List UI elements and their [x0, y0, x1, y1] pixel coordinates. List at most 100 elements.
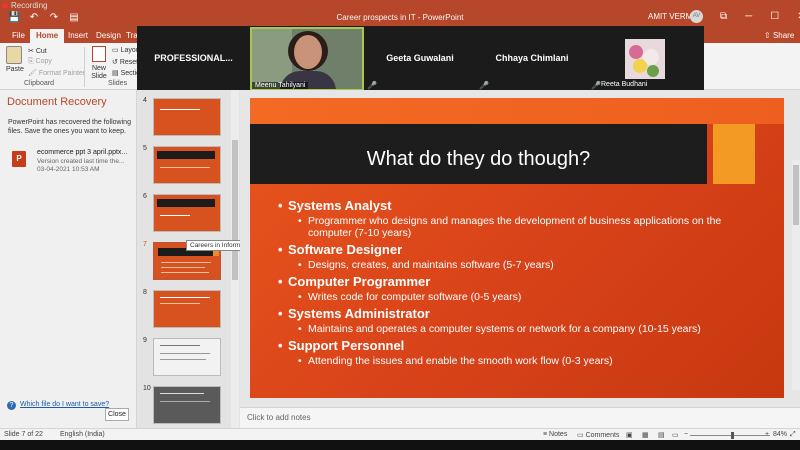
window-controls: ⧉ ─ ☐ ✕	[720, 11, 800, 22]
recovered-file-item[interactable]: P ecommerce ppt 3 april.pptx... Version …	[8, 147, 134, 177]
bullet-heading: Systems Analyst	[278, 198, 748, 213]
participant-photo[interactable]	[625, 39, 665, 79]
thumb-content	[160, 401, 210, 402]
participant-tile[interactable]: Chhaya Chimlani 🎤	[476, 26, 588, 93]
recovered-file-name: ecommerce ppt 3 april.pptx...	[37, 149, 128, 156]
tab-file[interactable]: File	[6, 29, 31, 43]
title-bar: Recording 💾 ↶ ↷ ▤ Career prospects in IT…	[0, 0, 800, 28]
recovery-close-button[interactable]: Close	[105, 408, 129, 421]
clipboard-group-label: Clipboard	[24, 80, 54, 87]
reset-button[interactable]: ↺ Reset	[112, 58, 138, 66]
thumbnails-scrollbar[interactable]	[231, 90, 239, 428]
recording-label: Recording	[11, 1, 48, 10]
slide-thumbnail[interactable]	[153, 98, 221, 136]
cut-button[interactable]: ✂ Cut	[28, 47, 47, 55]
zoom-in-button[interactable]: +	[765, 431, 769, 438]
bullet-detail: Designs, creates, and maintains software…	[278, 259, 748, 271]
bullet-detail: Attending the issues and enable the smoo…	[278, 355, 748, 367]
share-label: Share	[772, 31, 795, 40]
comments-label: Comments	[585, 432, 620, 439]
recovery-title: Document Recovery	[7, 96, 107, 108]
bullet-detail: Programmer who designs and manages the d…	[278, 215, 748, 239]
zoom-level[interactable]: 84%	[773, 431, 787, 438]
thumb-content	[160, 109, 200, 110]
slide-sorter-icon[interactable]: ▦	[642, 431, 649, 439]
normal-view-icon[interactable]: ▣	[626, 431, 633, 439]
ribbon-display-icon[interactable]: ⧉	[720, 11, 727, 22]
thumb-content	[161, 267, 205, 268]
thumb-title-bar	[157, 199, 215, 207]
help-icon: ?	[7, 401, 16, 410]
thumb-title-bar	[157, 151, 215, 159]
paste-icon[interactable]	[6, 46, 22, 64]
avatar[interactable]: AV	[690, 10, 703, 23]
scrollbar-thumb[interactable]	[232, 140, 238, 280]
slide-thumbnail[interactable]	[153, 194, 221, 232]
which-file-help-link[interactable]: Which file do I want to save?	[20, 401, 109, 408]
participant-name: Chhaya Chimlani	[495, 53, 569, 63]
share-button[interactable]: ⇧ Share	[764, 29, 794, 43]
participant-video[interactable]: Meenu Tahilyani	[250, 27, 364, 91]
ribbon-divider	[84, 47, 85, 87]
language-indicator[interactable]: English (India)	[60, 431, 105, 438]
reset-label: Reset	[119, 59, 139, 66]
slide-thumbnail[interactable]	[153, 146, 221, 184]
thumb-content	[160, 345, 200, 346]
slide-title[interactable]: What do they do though?	[250, 148, 707, 171]
zoom-slider[interactable]	[690, 435, 770, 436]
reading-view-icon[interactable]: ▤	[658, 431, 665, 439]
bullet-heading: Systems Administrator	[278, 306, 748, 321]
recording-indicator: Recording	[2, 1, 47, 10]
thumbnail-number: 10	[143, 385, 151, 392]
new-slide-icon[interactable]	[92, 46, 106, 62]
participant-name: PROFESSIONAL...	[154, 53, 233, 63]
recovered-file-meta: Version created last time the... 03-04-2…	[37, 158, 132, 174]
participant-name: Meenu Tahilyani	[252, 82, 309, 89]
zoom-out-button[interactable]: −	[684, 431, 688, 438]
notes-placeholder[interactable]: Click to add notes	[247, 413, 311, 422]
notes-toggle[interactable]: ≡ Notes	[543, 431, 567, 438]
format-painter-button[interactable]: 🖌 Format Painter	[28, 69, 85, 77]
copy-button[interactable]: ⎘ Copy	[28, 58, 52, 66]
participant-tile[interactable]: Geeta Guwalani 🎤	[364, 26, 476, 93]
thumbnail-number: 6	[143, 193, 147, 200]
new-slide-button[interactable]: New Slide	[88, 65, 110, 81]
status-bar: Slide 7 of 22 English (India) ≡ Notes ▭ …	[0, 428, 800, 440]
bullet-detail: Writes code for computer software (0-5 y…	[278, 291, 748, 303]
mic-muted-icon: 🎤	[591, 81, 601, 90]
slide-canvas[interactable]: What do they do though? Systems Analyst …	[250, 98, 784, 398]
notes-label: Notes	[549, 431, 568, 438]
participant-tile[interactable]: PROFESSIONAL...	[137, 26, 250, 93]
powerpoint-file-icon: P	[12, 151, 26, 167]
bullet-heading: Support Personnel	[278, 338, 748, 353]
thumb-content	[160, 303, 200, 304]
fit-to-window-icon[interactable]: ⤢	[790, 431, 796, 439]
copy-label: Copy	[35, 58, 52, 65]
slide-thumbnail[interactable]	[153, 338, 221, 376]
tab-home[interactable]: Home	[30, 29, 65, 43]
paste-button[interactable]: Paste	[6, 66, 24, 73]
slide-indicator: Slide 7 of 22	[4, 431, 43, 438]
mic-muted-icon: 🎤	[367, 81, 377, 90]
slide-bullet-list[interactable]: Systems Analyst Programmer who designs a…	[278, 195, 748, 367]
zoom-slider-knob[interactable]	[731, 432, 734, 439]
os-taskbar	[0, 440, 800, 450]
thumb-content	[160, 359, 206, 360]
participant-name: Reeta Budhani	[601, 81, 648, 88]
minimize-button[interactable]: ─	[745, 11, 752, 22]
slideshow-icon[interactable]: ▭	[672, 431, 679, 439]
notes-pane[interactable]: Click to add notes	[240, 407, 800, 428]
scrollbar-thumb[interactable]	[793, 165, 799, 225]
slide-thumbnails-pane: 4 5 6 7 8 9 10	[137, 90, 240, 428]
comments-toggle[interactable]: ▭ Comments	[577, 431, 619, 439]
slide-scrollbar[interactable]	[792, 160, 800, 390]
meeting-participants-strip: PROFESSIONAL... Meenu Tahilyani Geeta Gu…	[137, 26, 704, 93]
bullet-heading: Software Designer	[278, 242, 748, 257]
maximize-button[interactable]: ☐	[770, 11, 779, 22]
slide-thumbnail[interactable]	[153, 386, 221, 424]
mic-muted-icon: 🎤	[479, 81, 489, 90]
powerpoint-window: Recording 💾 ↶ ↷ ▤ Career prospects in IT…	[0, 0, 800, 450]
slide-thumbnail[interactable]	[153, 290, 221, 328]
slide-header-band	[250, 98, 784, 124]
thumb-content	[160, 215, 190, 216]
